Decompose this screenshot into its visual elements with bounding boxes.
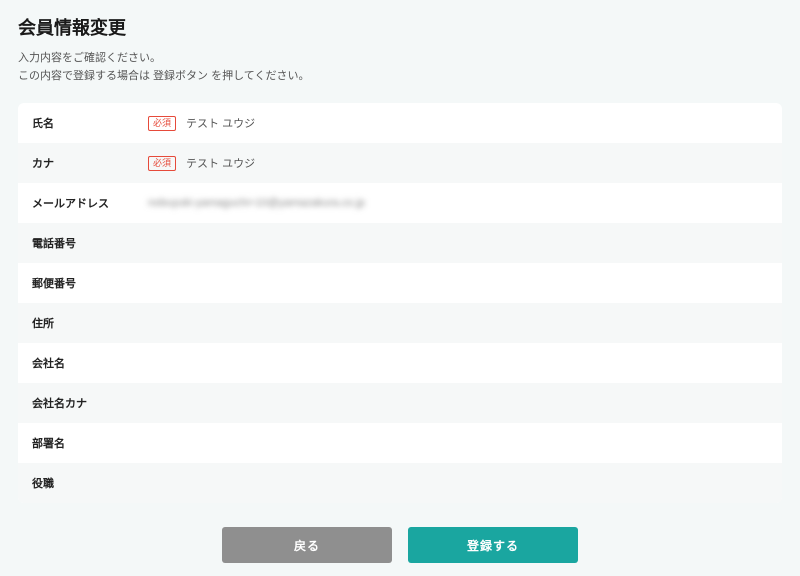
label-position: 役職 [32,475,148,491]
label-email: メールアドレス [32,195,148,211]
required-badge: 必須 [148,156,176,171]
row-address: 住所 [18,303,782,343]
page-description: 入力内容をご確認ください。 この内容で登録する場合は 登録ボタン を押してくださ… [18,50,782,85]
row-kana: カナ 必須 テスト ユウジ [18,143,782,183]
page-title: 会員情報変更 [18,14,782,40]
value-email: nobuyuki-yamaguchi+10@yamazakura.co.jp [148,197,365,209]
row-name: 氏名 必須 テスト ユウジ [18,103,782,143]
label-phone: 電話番号 [32,235,148,251]
submit-button[interactable]: 登録する [408,527,578,563]
row-email: メールアドレス nobuyuki-yamaguchi+10@yamazakura… [18,183,782,223]
label-kana: カナ [32,155,148,171]
form-confirmation-card: 氏名 必須 テスト ユウジ カナ 必須 テスト ユウジ メールアドレス nobu… [18,103,782,503]
label-department: 部署名 [32,435,148,451]
row-company-kana: 会社名カナ [18,383,782,423]
action-bar: 戻る 登録する [18,503,782,573]
label-name: 氏名 [32,115,148,131]
row-position: 役職 [18,463,782,503]
row-phone: 電話番号 [18,223,782,263]
description-line-1: 入力内容をご確認ください。 [18,52,161,64]
row-postal: 郵便番号 [18,263,782,303]
label-postal: 郵便番号 [32,275,148,291]
value-kana: テスト ユウジ [186,155,255,171]
row-company: 会社名 [18,343,782,383]
label-company-kana: 会社名カナ [32,395,148,411]
required-badge: 必須 [148,116,176,131]
description-line-2: この内容で登録する場合は 登録ボタン を押してください。 [18,70,309,82]
back-button[interactable]: 戻る [222,527,392,563]
row-department: 部署名 [18,423,782,463]
label-company: 会社名 [32,355,148,371]
value-name: テスト ユウジ [186,115,255,131]
label-address: 住所 [32,315,148,331]
